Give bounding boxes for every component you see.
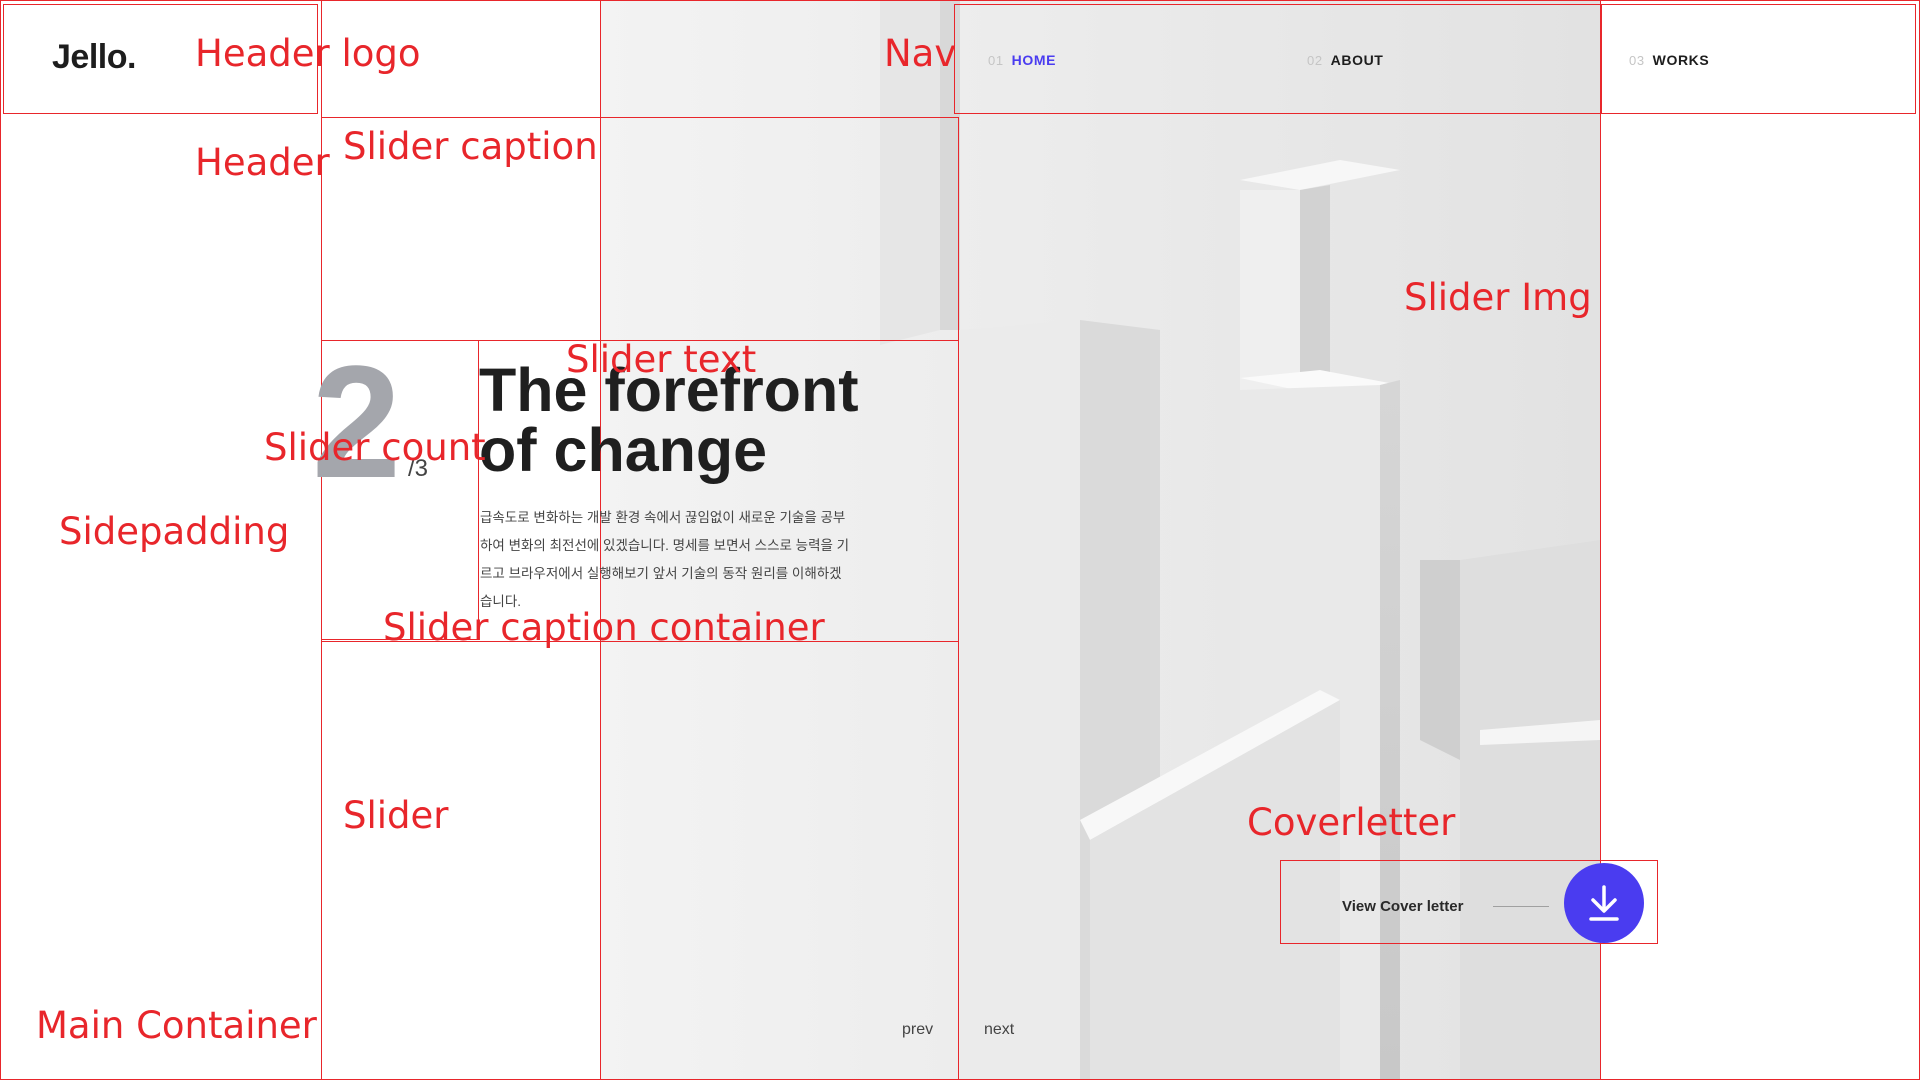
annotation-coverletter: Coverletter — [1247, 801, 1456, 844]
nav-label: HOME — [1011, 52, 1057, 68]
nav-label: WORKS — [1652, 52, 1710, 68]
annotation-slider: Slider — [343, 794, 449, 837]
annotation-slider-img: Slider Img — [1404, 276, 1592, 319]
nav-item-home[interactable]: 01 HOME — [988, 52, 1056, 68]
header-logo[interactable]: Jello. — [52, 38, 136, 77]
slider-title-line: of change — [479, 416, 768, 484]
annotation-nav: Nav — [884, 32, 957, 75]
download-icon — [1589, 885, 1619, 921]
nav-item-works[interactable]: 03 WORKS — [1629, 52, 1709, 68]
nav-number: 03 — [1629, 53, 1645, 68]
annotation-header: Header — [195, 141, 330, 184]
nav-box — [954, 4, 1916, 114]
slider-prev-button[interactable]: prev — [902, 1021, 933, 1039]
slider-next-button[interactable]: next — [984, 1021, 1014, 1039]
annotation-sidepadding: Sidepadding — [59, 510, 290, 553]
annotation-slider-count: Slider count — [264, 426, 486, 469]
coverletter-label[interactable]: View Cover letter — [1342, 898, 1463, 915]
annotation-slider-caption: Slider caption — [343, 125, 598, 168]
annotation-slider-caption-container: Slider caption container — [383, 606, 825, 649]
annotation-slider-text: Slider text — [566, 338, 757, 381]
nav-divider — [1601, 4, 1602, 114]
annotation-header-logo: Header logo — [195, 32, 421, 75]
nav-number: 01 — [988, 53, 1004, 68]
nav-label: ABOUT — [1330, 52, 1384, 68]
nav-item-about[interactable]: 02 ABOUT — [1307, 52, 1383, 68]
coverletter-download-button[interactable] — [1564, 863, 1644, 943]
coverletter-divider — [1493, 906, 1549, 907]
slider-description: 급속도로 변화하는 개발 환경 속에서 끊임없이 새로운 기술을 공부하여 변화… — [480, 510, 850, 609]
annotation-main-container: Main Container — [36, 1004, 317, 1047]
slider-count-current: 2 — [312, 332, 401, 511]
nav-number: 02 — [1307, 53, 1323, 68]
